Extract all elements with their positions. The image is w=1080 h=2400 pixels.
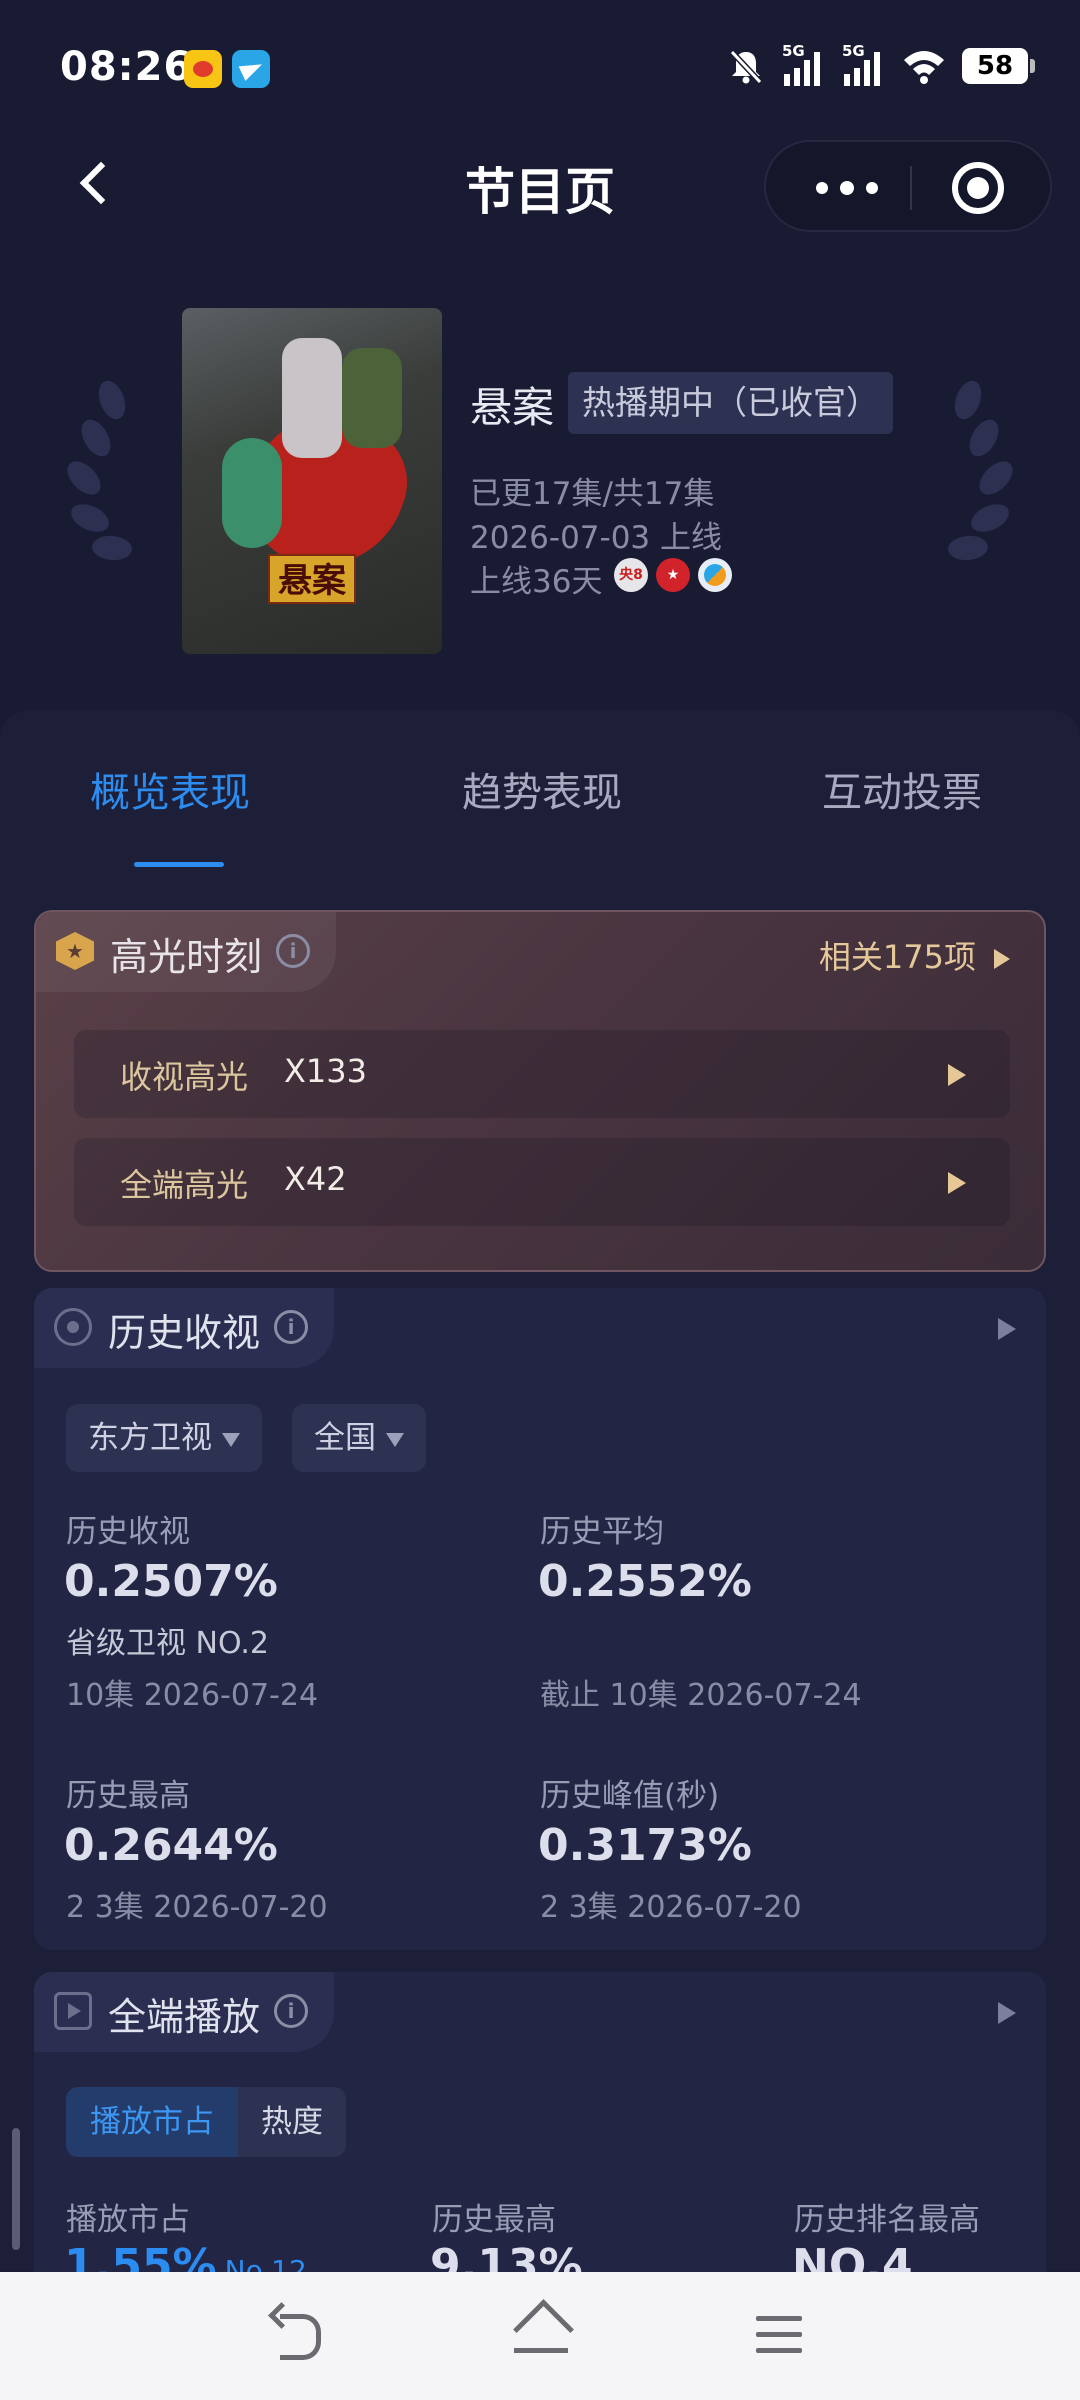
app-screen: 08:26 5G 5G 58 节目页 悬案 悬案 热播期中（已收官） 已更17集… (0, 0, 1080, 2400)
stat-value: 0.3173% (538, 1820, 752, 1871)
target-icon[interactable] (952, 162, 1004, 214)
days-online: 上线36天 (470, 564, 603, 600)
film-reel-icon (54, 1308, 92, 1346)
stat-meta: 截止 10集 2026-07-24 (540, 1678, 862, 1713)
stat-meta: 2 3集 2026-07-20 (540, 1890, 802, 1925)
poster-logo: 悬案 (268, 554, 356, 604)
stat-value: 0.2644% (64, 1820, 278, 1871)
history-header: 历史收视 i (34, 1288, 334, 1368)
tab-indicator (134, 862, 224, 867)
stat-label: 历史排名最高 (794, 2202, 980, 2238)
signal-tag: 5G (782, 42, 805, 60)
telegram-icon (232, 50, 270, 88)
stat-label: 历史收视 (66, 1514, 190, 1550)
home-nav-icon[interactable] (500, 2300, 580, 2370)
play-arrow-icon (948, 1064, 966, 1086)
signal-tag: 5G (842, 42, 865, 60)
highlight-header: 高光时刻 i (36, 912, 336, 992)
region-filter[interactable]: 全国 (292, 1404, 426, 1472)
all-play-card: 全端播放 i 播放市占 热度 播放市占 历史最高 历史排名最高 1.55% No.… (34, 1972, 1046, 2302)
status-time: 08:26 (60, 44, 193, 90)
play-arrow-icon (948, 1172, 966, 1194)
region-filter-value: 全国 (314, 1420, 376, 1456)
stat-label: 历史最高 (66, 1778, 190, 1814)
bell-muted-icon (729, 49, 763, 85)
history-rating-card: 历史收视 i 东方卫视 全国 历史收视 0.2507% 省级卫视 NO.2 10… (34, 1288, 1046, 1950)
status-badge: 热播期中（已收官） (568, 372, 893, 434)
signal-icon: 5G (782, 42, 826, 86)
play-arrow-icon (994, 949, 1010, 969)
scrollbar-thumb[interactable] (12, 2128, 20, 2250)
capsule-divider (910, 166, 912, 210)
segment-share[interactable]: 播放市占 (66, 2087, 238, 2157)
platform-icon (698, 558, 732, 592)
highlight-value: X42 (284, 1160, 347, 1198)
status-bar: 08:26 5G 5G 58 (0, 0, 1080, 140)
weibo-icon (184, 50, 222, 88)
signal-icon: 5G (842, 42, 886, 86)
nav-bar: 节目页 (0, 130, 1080, 240)
stat-value: 0.2552% (538, 1556, 752, 1607)
stat-label: 播放市占 (66, 2202, 190, 2238)
section-title: 全端播放 (108, 1995, 261, 2039)
highlight-row-allplay[interactable]: 全端高光 X42 (74, 1138, 1010, 1226)
episode-count: 已更17集/共17集 (470, 476, 715, 512)
highlight-card: 高光时刻 i 相关175项 收视高光 X133 全端高光 X42 (34, 910, 1046, 1272)
all-play-header: 全端播放 i (34, 1972, 334, 2052)
highlight-label: 全端高光 (120, 1166, 249, 1204)
highlight-value: X133 (284, 1052, 367, 1090)
dragon-tv-icon: ★ (656, 558, 690, 592)
channel-filter[interactable]: 东方卫视 (66, 1404, 262, 1472)
battery-icon: 58 (962, 48, 1035, 84)
stat-meta: 10集 2026-07-24 (66, 1678, 319, 1713)
laurel-left-icon (60, 377, 140, 570)
caret-down-icon (222, 1432, 240, 1447)
program-title: 悬案 (470, 383, 555, 432)
caret-down-icon (386, 1432, 404, 1447)
play-box-icon (54, 1992, 92, 2030)
more-icon[interactable] (806, 162, 896, 212)
mini-program-capsule (764, 140, 1052, 232)
play-arrow-icon[interactable] (998, 2002, 1016, 2024)
highlight-label: 收视高光 (120, 1058, 249, 1096)
star-badge-icon (56, 932, 94, 970)
play-arrow-icon[interactable] (998, 1318, 1016, 1340)
release-date: 2026-07-03 上线 (470, 520, 723, 556)
content-panel: 概览表现 趋势表现 互动投票 高光时刻 i 相关175项 收视高光 X133 全… (0, 710, 1080, 2302)
section-title: 历史收视 (108, 1311, 261, 1355)
info-icon[interactable]: i (274, 1994, 308, 2028)
stat-rank: 省级卫视 NO.2 (66, 1626, 269, 1661)
stat-meta: 2 3集 2026-07-20 (66, 1890, 328, 1925)
tab-trend[interactable]: 趋势表现 (462, 760, 622, 818)
back-nav-icon[interactable] (262, 2300, 342, 2370)
channel-filter-value: 东方卫视 (88, 1420, 212, 1456)
laurel-right-icon (940, 377, 1020, 570)
related-count: 相关175项 (818, 938, 976, 976)
stat-label: 历史峰值(秒) (540, 1778, 720, 1814)
info-icon[interactable]: i (274, 1310, 308, 1344)
system-nav-bar (0, 2272, 1080, 2400)
tab-overview[interactable]: 概览表现 (90, 760, 250, 818)
status-indicators: 5G 5G 58 (726, 42, 1035, 88)
stat-value: 0.2507% (64, 1556, 278, 1607)
section-title: 高光时刻 (110, 935, 263, 979)
tab-vote[interactable]: 互动投票 (822, 760, 982, 818)
menu-nav-icon[interactable] (740, 2300, 820, 2370)
highlight-row-rating[interactable]: 收视高光 X133 (74, 1030, 1010, 1118)
wifi-icon (904, 51, 944, 84)
cctv8-icon: 央8 (614, 558, 648, 592)
program-poster[interactable]: 悬案 (182, 308, 442, 654)
stat-label: 历史平均 (540, 1514, 664, 1550)
highlight-related-link[interactable]: 相关175项 (819, 932, 1010, 978)
info-icon[interactable]: i (276, 934, 310, 968)
stat-label: 历史最高 (432, 2202, 556, 2238)
segment-heat[interactable]: 热度 (238, 2087, 346, 2157)
